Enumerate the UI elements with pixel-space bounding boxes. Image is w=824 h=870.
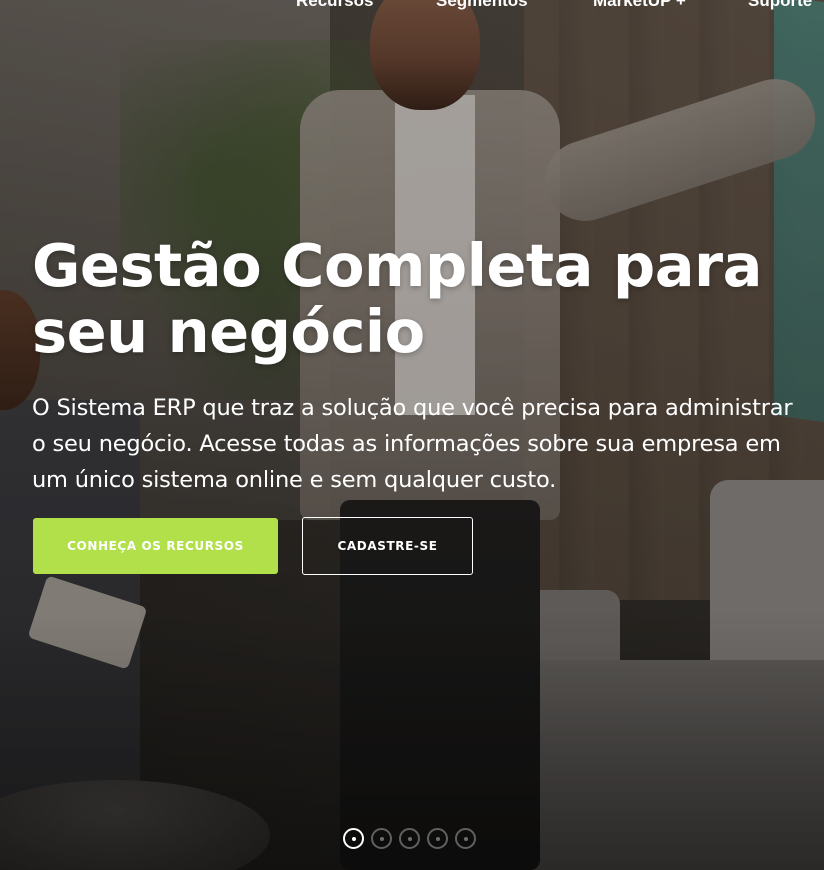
carousel-dot-5[interactable] [455,828,476,849]
hero-title-line-2: seu negócio [32,297,425,366]
carousel-dot-4[interactable] [427,828,448,849]
nav-item-recursos[interactable]: Recursos [296,0,373,11]
carousel-dots [343,828,476,849]
carousel-dot-indicator [407,836,412,841]
view-features-button[interactable]: CONHEÇA OS RECURSOS [33,518,278,574]
carousel-dot-indicator [463,836,468,841]
hero-title-line-1: Gestão Completa para [32,231,762,300]
top-nav: Recursos Segmentos MarketUP + Suporte [0,0,824,15]
carousel-dot-1[interactable] [343,828,364,849]
carousel-dot-indicator [351,836,356,841]
sign-up-button[interactable]: CADASTRE-SE [302,517,473,575]
hero-section: Recursos Segmentos MarketUP + Suporte Ge… [0,0,824,870]
carousel-dot-indicator [435,836,440,841]
carousel-dot-3[interactable] [399,828,420,849]
nav-item-marketup-plus[interactable]: MarketUP + [593,0,686,11]
nav-item-suporte[interactable]: Suporte [748,0,812,11]
hero-subtitle: O Sistema ERP que traz a solução que voc… [32,395,793,493]
carousel-dot-indicator [379,836,384,841]
nav-item-segmentos[interactable]: Segmentos [436,0,528,11]
carousel-dot-2[interactable] [371,828,392,849]
hero-title: Gestão Completa para seu negócio [32,233,792,365]
